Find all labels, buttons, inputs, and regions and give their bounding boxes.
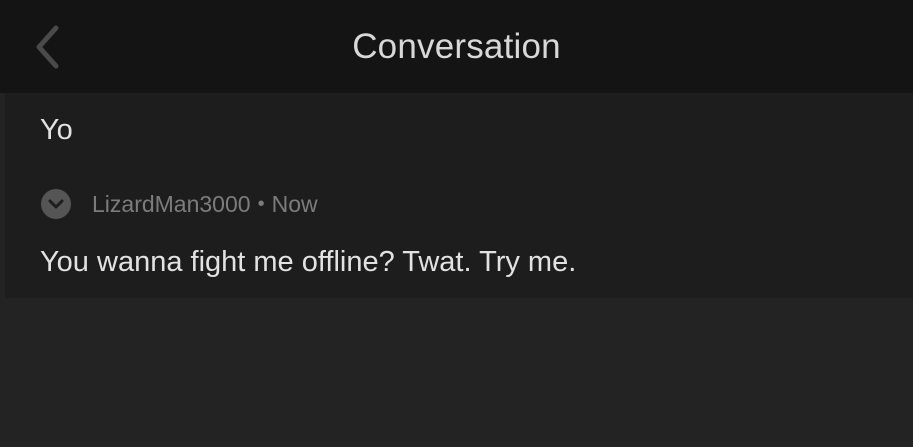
reply-header: LizardMan3000 • Now bbox=[41, 189, 318, 219]
conversation-screen: Conversation Yo LizardMan3000 • Now You … bbox=[0, 0, 913, 447]
reply-message: You wanna fight me offline? Twat. Try me… bbox=[40, 246, 577, 278]
avatar[interactable] bbox=[41, 189, 71, 219]
navigation-bar: Conversation bbox=[0, 0, 913, 93]
previous-message: Yo bbox=[40, 114, 73, 146]
chevron-down-icon bbox=[48, 199, 64, 208]
meta-separator: • bbox=[257, 192, 265, 215]
author-name[interactable]: LizardMan3000 bbox=[92, 191, 251, 218]
timestamp: Now bbox=[271, 190, 318, 217]
empty-area bbox=[0, 298, 913, 447]
page-title: Conversation bbox=[352, 27, 561, 66]
message-thread: Yo LizardMan3000 • Now You wanna fight m… bbox=[5, 93, 913, 298]
